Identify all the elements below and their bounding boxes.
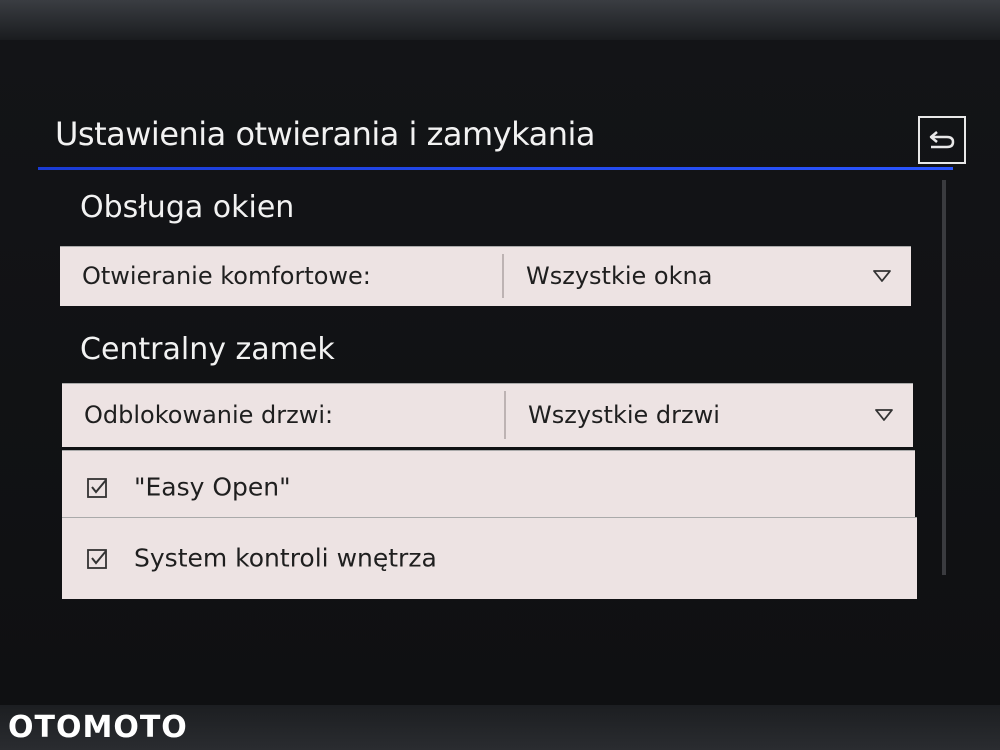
header: Ustawienia otwierania i zamykania	[55, 115, 900, 165]
checkbox-checked-icon[interactable]	[86, 546, 110, 570]
checkbox-label: System kontroli wnętrza	[134, 543, 437, 573]
back-arrow-icon	[929, 131, 955, 149]
page-title: Ustawienia otwierania i zamykania	[55, 115, 595, 153]
checkbox-row-interior-monitoring[interactable]: System kontroli wnętrza	[62, 517, 917, 599]
dropdown-value: Wszystkie drzwi	[528, 401, 720, 429]
checkbox-checked-icon[interactable]	[86, 475, 110, 499]
row-divider	[504, 391, 506, 439]
section-title-windows: Obsługa okien	[80, 190, 295, 225]
scrollbar[interactable]	[942, 180, 946, 575]
dropdown-value: Wszystkie okna	[526, 262, 713, 290]
checkbox-label: "Easy Open"	[134, 472, 291, 502]
dropdown-door-unlock[interactable]: Odblokowanie drzwi: Wszystkie drzwi	[62, 383, 913, 447]
back-button[interactable]	[918, 116, 966, 164]
screen-bezel-top	[0, 0, 1000, 40]
row-label: Otwieranie komfortowe:	[82, 262, 371, 290]
chevron-down-icon	[873, 270, 891, 282]
row-divider	[502, 254, 504, 298]
checkbox-row-easy-open[interactable]: "Easy Open"	[62, 450, 915, 524]
section-title-central-lock: Centralny zamek	[80, 332, 335, 367]
watermark-logo: OTOMOTO	[8, 710, 188, 745]
row-label: Odblokowanie drzwi:	[84, 401, 334, 429]
header-underline	[38, 167, 953, 170]
dropdown-comfort-opening[interactable]: Otwieranie komfortowe: Wszystkie okna	[60, 246, 911, 306]
chevron-down-icon	[875, 409, 893, 421]
